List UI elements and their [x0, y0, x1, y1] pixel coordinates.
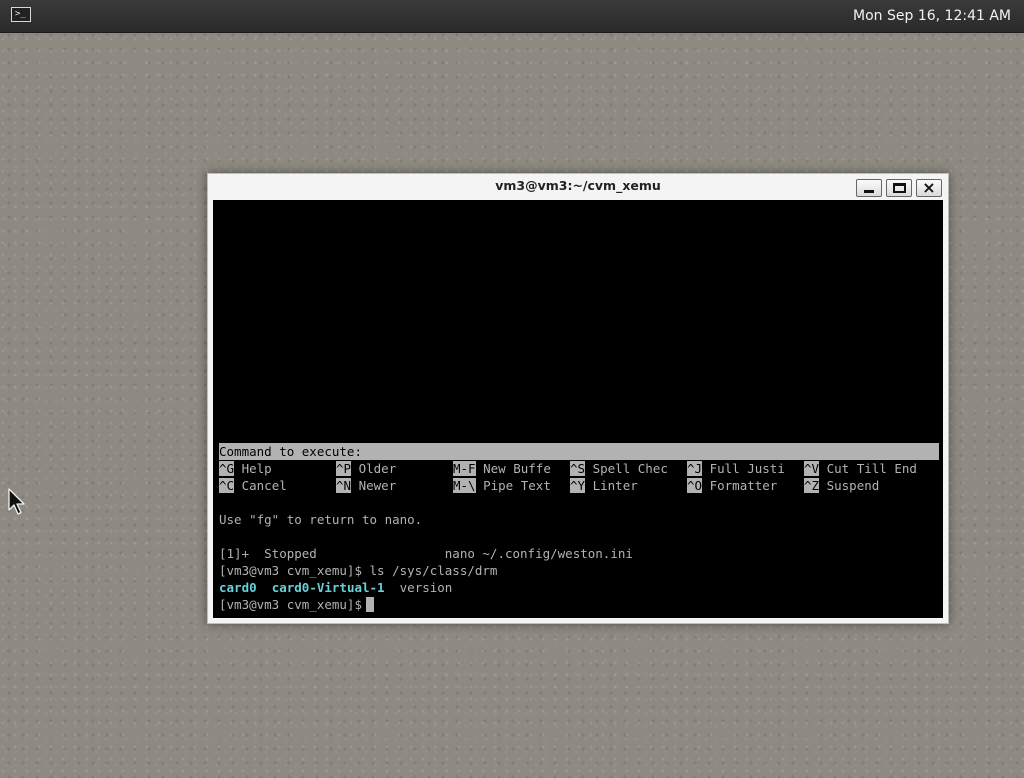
shortcut-cancel: ^C Cancel	[219, 478, 287, 493]
minimize-icon	[864, 190, 874, 193]
shortcut-newer: ^N Newer	[336, 478, 397, 493]
terminal-icon: >_	[15, 9, 26, 19]
text-cursor	[366, 597, 374, 612]
mouse-pointer-icon	[8, 488, 25, 515]
ls-command-line: [vm3@vm3 cvm_xemu]$ ls /sys/class/drm	[219, 563, 498, 578]
shortcut-formatter: ^O Formatter	[687, 478, 778, 493]
minimize-button[interactable]	[856, 179, 882, 197]
terminal-window[interactable]: vm3@vm3:~/cvm_xemu × Command to execute:…	[207, 173, 949, 624]
shortcut-full-justify: ^J Full Justi	[687, 461, 785, 476]
shortcut-suspend: ^Z Suspend	[804, 478, 880, 493]
job-status-line: [1]+ Stopped nano ~/.config/weston.ini	[219, 546, 633, 561]
shortcut-pipe-text: M-\ Pipe Text	[453, 478, 551, 493]
nano-command-prompt: Command to execute:	[219, 443, 939, 460]
ls-entry-version: version	[399, 580, 453, 595]
clock: Mon Sep 16, 12:41 AM	[853, 8, 1011, 24]
nano-shortcut-row: ^G Help ^P Older M-F New Buffe ^S Spell …	[219, 460, 939, 477]
nano-shortcut-row: ^C Cancel ^N Newer M-\ Pipe Text ^Y Lint…	[219, 477, 939, 494]
top-panel: >_ Mon Sep 16, 12:41 AM	[0, 0, 1024, 33]
close-button[interactable]: ×	[916, 178, 942, 197]
shortcut-cut-till-end: ^V Cut Till End	[804, 461, 917, 476]
ls-entry-card0: card0	[219, 580, 257, 595]
close-icon: ×	[922, 178, 936, 197]
ls-output-line: card0 card0-Virtual-1 version	[219, 579, 452, 596]
terminal-launcher-button[interactable]: >_	[11, 7, 31, 22]
shell-prompt-line[interactable]: [vm3@vm3 cvm_xemu]$	[219, 596, 374, 613]
shortcut-linter: ^Y Linter	[570, 478, 638, 493]
shortcut-older: ^P Older	[336, 461, 397, 476]
ls-entry-card0-virtual-1: card0-Virtual-1	[271, 580, 385, 595]
window-title: vm3@vm3:~/cvm_xemu	[495, 178, 661, 193]
maximize-icon	[893, 183, 906, 193]
shell-prompt: [vm3@vm3 cvm_xemu]$	[219, 597, 362, 612]
terminal-area[interactable]: Command to execute: ^G Help ^P Older M-F…	[213, 200, 943, 618]
shortcut-help: ^G Help	[219, 461, 272, 476]
maximize-button[interactable]	[886, 179, 912, 197]
shortcut-new-buffer: M-F New Buffe	[453, 461, 551, 476]
fg-message: Use "fg" to return to nano.	[219, 512, 423, 527]
shortcut-spell-check: ^S Spell Chec	[570, 461, 668, 476]
